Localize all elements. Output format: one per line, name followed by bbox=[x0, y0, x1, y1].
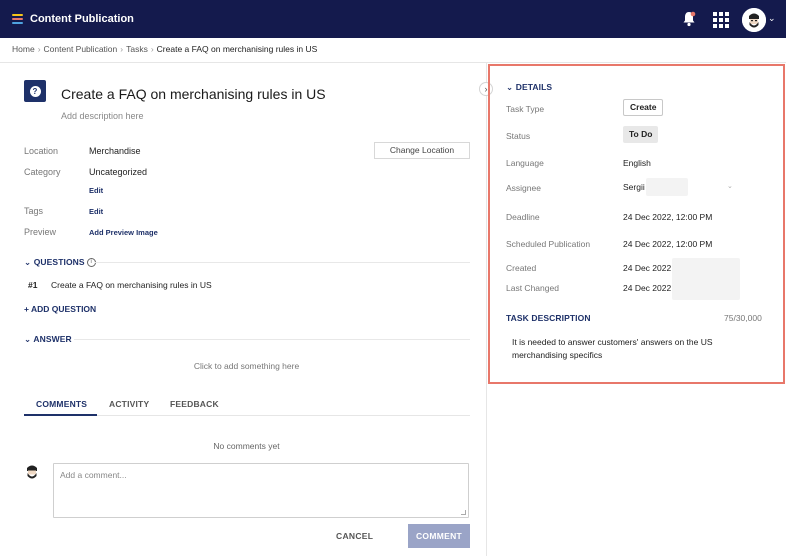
task-title[interactable]: Create a FAQ on merchanising rules in US bbox=[61, 86, 326, 102]
answer-placeholder[interactable]: Click to add something here bbox=[0, 361, 493, 371]
assignee-value[interactable]: Sergii bbox=[623, 182, 645, 192]
last-changed-value: 24 Dec 2022 bbox=[623, 283, 672, 293]
created-label: Created bbox=[506, 263, 537, 273]
breadcrumb-current: Create a FAQ on merchanising rules in US bbox=[156, 44, 318, 54]
status-label: Status bbox=[506, 131, 531, 141]
section-divider bbox=[95, 262, 470, 263]
tab-comments[interactable]: COMMENTS bbox=[36, 399, 87, 409]
chevron-down-icon[interactable]: ⌄ bbox=[768, 13, 776, 24]
top-bar: Content Publication ⌄ bbox=[0, 0, 786, 38]
comment-submit-button[interactable]: COMMENT bbox=[408, 524, 470, 548]
resize-handle-icon[interactable] bbox=[461, 510, 466, 515]
redacted-block bbox=[646, 178, 688, 196]
status-chip[interactable]: To Do bbox=[623, 126, 659, 143]
answer-heading: ANSWER bbox=[33, 334, 72, 344]
category-label: Category bbox=[24, 167, 61, 177]
tags-edit-link[interactable]: Edit bbox=[89, 207, 103, 216]
preview-label: Preview bbox=[24, 227, 57, 237]
task-type-label: Task Type bbox=[506, 104, 545, 114]
details-heading: DETAILS bbox=[515, 82, 553, 92]
breadcrumb-separator: › bbox=[150, 44, 154, 54]
active-tab-indicator bbox=[24, 414, 97, 416]
details-section-toggle[interactable]: ⌄ DETAILS bbox=[506, 82, 552, 93]
breadcrumb-tasks[interactable]: Tasks bbox=[126, 44, 148, 54]
scheduled-publication-label: Scheduled Publication bbox=[506, 239, 591, 249]
question-number: #1 bbox=[28, 280, 38, 290]
section-divider bbox=[74, 339, 470, 340]
chevron-down-icon: ⌄ bbox=[24, 334, 32, 344]
tab-feedback[interactable]: FEEDBACK bbox=[170, 399, 219, 409]
user-avatar-icon[interactable] bbox=[742, 8, 766, 32]
add-question-button[interactable]: + ADD QUESTION bbox=[24, 304, 96, 314]
chevron-down-icon: ⌄ bbox=[24, 257, 32, 267]
breadcrumb-separator: › bbox=[37, 44, 41, 54]
location-label: Location bbox=[24, 146, 59, 156]
user-avatar-icon bbox=[24, 463, 40, 481]
change-location-button[interactable]: Change Location bbox=[374, 142, 470, 159]
header-divider bbox=[0, 62, 786, 63]
cancel-button[interactable]: CANCEL bbox=[336, 531, 373, 541]
language-value: English bbox=[623, 158, 651, 168]
panel-divider bbox=[486, 62, 487, 556]
add-preview-image-link[interactable]: Add Preview Image bbox=[89, 228, 158, 237]
apps-grid-icon[interactable] bbox=[713, 12, 729, 28]
add-description-placeholder[interactable]: Add description here bbox=[61, 111, 144, 121]
no-comments-text: No comments yet bbox=[213, 441, 280, 451]
comment-input[interactable]: Add a comment... bbox=[53, 463, 469, 518]
breadcrumb-separator: › bbox=[120, 44, 124, 54]
question-text[interactable]: Create a FAQ on merchanising rules in US bbox=[51, 280, 212, 290]
language-label: Language bbox=[506, 158, 544, 168]
notification-bell-icon[interactable] bbox=[682, 11, 696, 27]
task-description-text[interactable]: It is needed to answer customers' answer… bbox=[512, 336, 752, 362]
redacted-block bbox=[672, 258, 740, 300]
hamburger-menu-icon[interactable] bbox=[12, 14, 23, 24]
tags-label: Tags bbox=[24, 206, 44, 216]
task-type-chip[interactable]: Create bbox=[623, 99, 664, 116]
category-value: Uncategorized bbox=[89, 167, 148, 177]
answer-section-toggle[interactable]: ⌄ ANSWER bbox=[24, 334, 72, 345]
chevron-down-icon: ⌄ bbox=[506, 82, 514, 92]
questions-heading: QUESTIONS bbox=[33, 257, 85, 267]
breadcrumb-home[interactable]: Home bbox=[12, 44, 35, 54]
created-value: 24 Dec 2022 bbox=[623, 263, 672, 273]
last-changed-label: Last Changed bbox=[506, 283, 559, 293]
deadline-value[interactable]: 24 Dec 2022, 12:00 PM bbox=[623, 212, 712, 222]
breadcrumb-content-publication[interactable]: Content Publication bbox=[44, 44, 118, 54]
deadline-label: Deadline bbox=[506, 212, 540, 222]
task-description-count: 75/30,000 bbox=[724, 313, 762, 323]
app-title: Content Publication bbox=[30, 13, 134, 25]
breadcrumb: Home › Content Publication › Tasks › Create a … bbox=[12, 44, 317, 54]
tab-activity[interactable]: ACTIVITY bbox=[109, 399, 149, 409]
location-value: Merchandise bbox=[89, 146, 141, 156]
category-edit-link[interactable]: Edit bbox=[89, 186, 103, 195]
scheduled-publication-value[interactable]: 24 Dec 2022, 12:00 PM bbox=[623, 239, 712, 249]
chevron-down-icon[interactable]: ⌄ bbox=[727, 182, 733, 190]
assignee-label: Assignee bbox=[506, 183, 541, 193]
question-bubble-icon: ? bbox=[24, 80, 46, 102]
questions-section-toggle[interactable]: ⌄ QUESTIONS i bbox=[24, 257, 96, 268]
task-description-heading: TASK DESCRIPTION bbox=[506, 313, 591, 323]
comment-placeholder: Add a comment... bbox=[60, 470, 127, 480]
